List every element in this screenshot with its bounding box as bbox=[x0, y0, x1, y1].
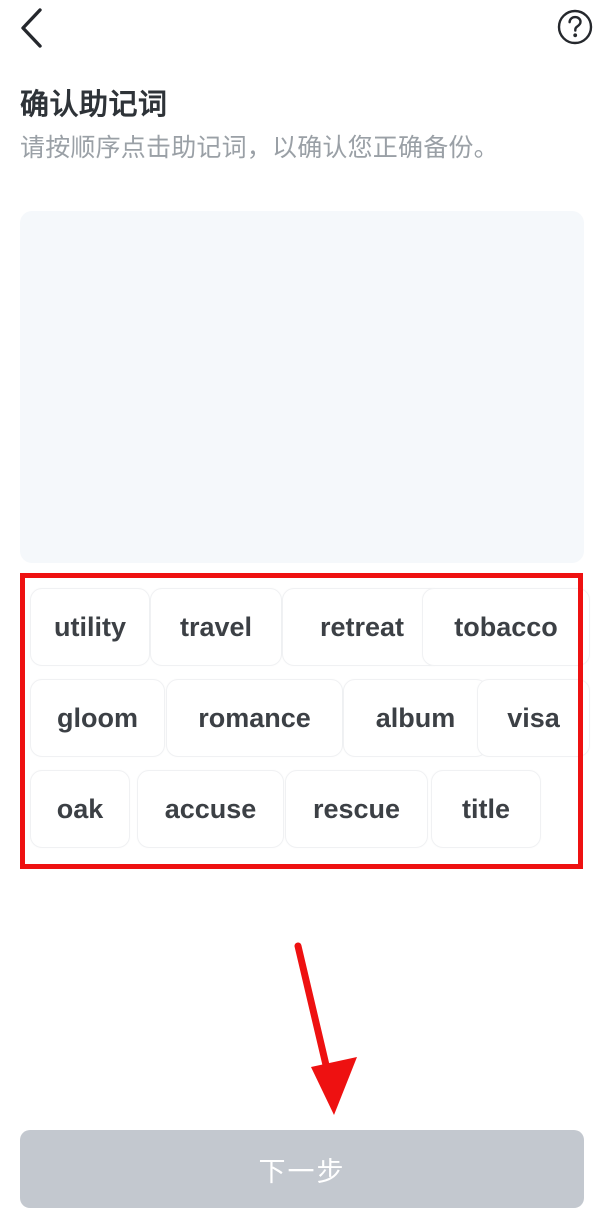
back-button[interactable] bbox=[6, 4, 58, 56]
word-chip-utility[interactable]: utility bbox=[30, 588, 150, 666]
selected-words-panel[interactable] bbox=[20, 211, 584, 563]
word-chip-tobacco[interactable]: tobacco bbox=[422, 588, 590, 666]
page-title: 确认助记词 bbox=[20, 89, 168, 121]
question-circle-icon bbox=[556, 8, 594, 51]
word-chip-album[interactable]: album bbox=[343, 679, 488, 757]
word-chip-retreat[interactable]: retreat bbox=[282, 588, 442, 666]
help-button[interactable] bbox=[550, 4, 600, 54]
word-bank-row: oak accuse rescue title bbox=[20, 770, 584, 848]
chevron-left-icon bbox=[19, 7, 45, 54]
word-chip-accuse[interactable]: accuse bbox=[137, 770, 284, 848]
word-chip-oak[interactable]: oak bbox=[30, 770, 130, 848]
word-chip-title[interactable]: title bbox=[431, 770, 541, 848]
word-bank: utility travel retreat tobacco gloom rom… bbox=[20, 578, 590, 863]
top-bar bbox=[0, 0, 610, 62]
annotation-arrow-icon bbox=[270, 930, 380, 1130]
page-subtitle: 请按顺序点击助记词，以确认您正确备份。 bbox=[20, 134, 499, 162]
next-button[interactable]: 下一步 bbox=[20, 1130, 584, 1208]
word-chip-rescue[interactable]: rescue bbox=[285, 770, 428, 848]
word-bank-row: gloom romance album visa bbox=[20, 679, 590, 757]
word-chip-visa[interactable]: visa bbox=[477, 679, 590, 757]
word-chip-romance[interactable]: romance bbox=[166, 679, 343, 757]
word-chip-travel[interactable]: travel bbox=[150, 588, 282, 666]
word-bank-row: utility travel retreat tobacco bbox=[20, 588, 590, 666]
word-chip-gloom[interactable]: gloom bbox=[30, 679, 165, 757]
